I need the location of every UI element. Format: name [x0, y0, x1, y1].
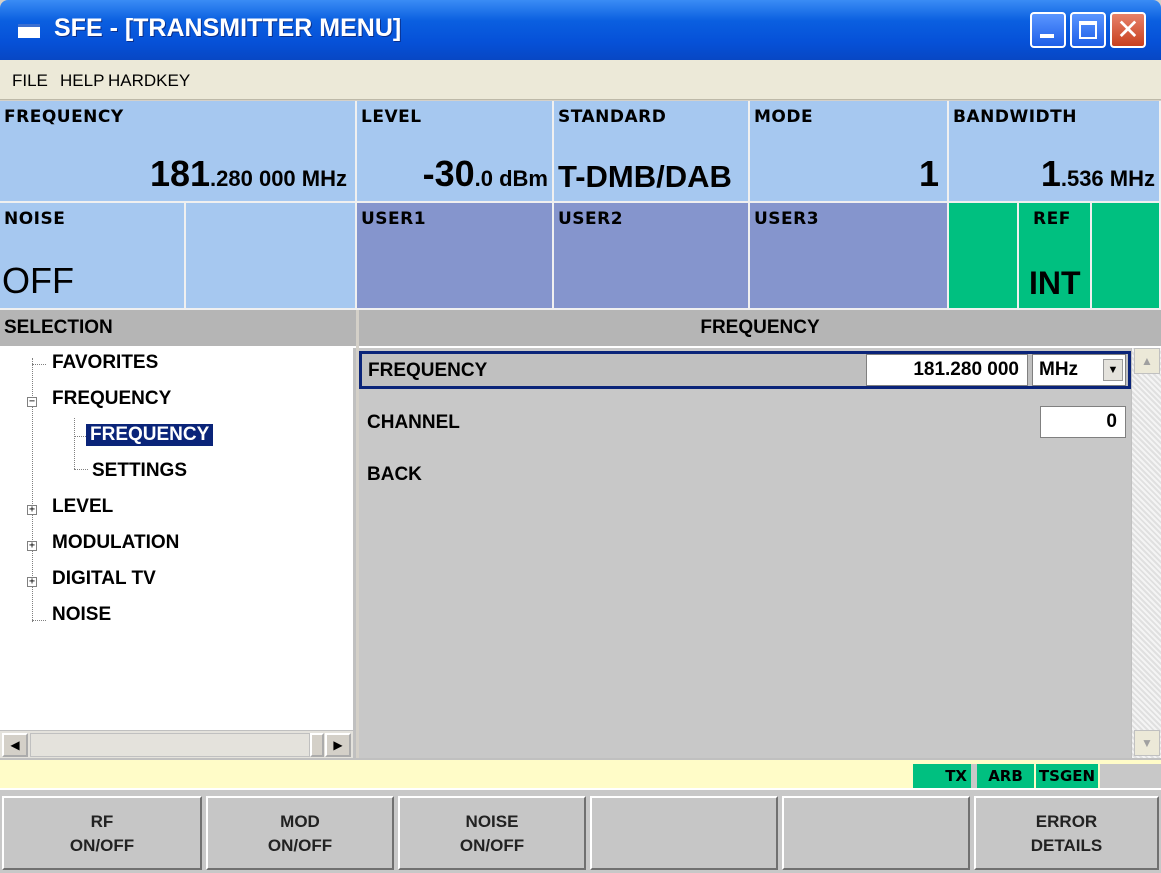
tree-line	[74, 418, 75, 469]
tree-item-frequency[interactable]: FREQUENCY	[52, 388, 171, 410]
empty-tile	[186, 203, 357, 310]
expand-icon[interactable]: +	[27, 541, 37, 551]
maximize-button[interactable]	[1070, 12, 1106, 48]
frequency-label: FREQUENCY	[368, 360, 488, 381]
tree-line	[32, 620, 46, 621]
tree-horizontal-scrollbar[interactable]: ◀ ▶	[0, 730, 353, 758]
bandwidth-tile-value: 1.536 MHz	[1040, 153, 1155, 194]
empty-indicator	[1100, 764, 1161, 788]
frequency-tile-value: 181.280 000 MHz	[149, 153, 347, 194]
frequency-tile[interactable]: FREQUENCY 181.280 000 MHz	[0, 101, 357, 203]
ref-tile[interactable]: REF INT	[1019, 203, 1092, 310]
close-icon: ✕	[1116, 14, 1140, 45]
standard-tile[interactable]: STANDARD T-DMB/DAB	[554, 101, 750, 203]
ref-tile-label: REF	[1033, 209, 1071, 229]
mode-tile-label: MODE	[754, 107, 814, 127]
tx-indicator: TX	[913, 764, 971, 788]
menu-bar: FILE HELP HARDKEY	[0, 60, 1161, 100]
maximize-icon	[1079, 21, 1097, 39]
selection-tree[interactable]: FAVORITES − FREQUENCY FREQUENCY SETTINGS…	[0, 348, 356, 758]
mode-tile-value: 1	[918, 153, 939, 194]
expand-icon[interactable]: +	[27, 505, 37, 515]
selection-header: SELECTION	[0, 310, 356, 348]
tree-item-modulation[interactable]: MODULATION	[52, 532, 179, 554]
status-indicator-right	[1092, 203, 1161, 310]
noise-onoff-button[interactable]: NOISE ON/OFF	[398, 796, 586, 870]
title-bar: SFE - [TRANSMITTER MENU] ✕	[0, 0, 1161, 60]
standard-tile-label: STANDARD	[558, 107, 667, 127]
frequency-row[interactable]: FREQUENCY 181.280 000 MHz ▼	[359, 351, 1131, 389]
close-button[interactable]: ✕	[1110, 12, 1146, 48]
scroll-up-icon[interactable]: ▲	[1134, 348, 1160, 374]
softkey-5[interactable]	[782, 796, 970, 870]
expand-icon[interactable]: +	[27, 577, 37, 587]
tree-item-noise[interactable]: NOISE	[52, 604, 111, 626]
channel-input[interactable]: 0	[1040, 406, 1126, 438]
frequency-tile-label: FREQUENCY	[4, 107, 124, 127]
frequency-header: FREQUENCY	[359, 310, 1161, 348]
user3-tile-label: USER3	[754, 209, 820, 229]
tsgen-indicator: TSGEN	[1036, 764, 1098, 788]
scroll-right-icon[interactable]: ▶	[325, 733, 351, 757]
noise-tile-label: NOISE	[4, 209, 66, 229]
collapse-icon[interactable]: −	[27, 397, 37, 407]
user2-tile-label: USER2	[558, 209, 624, 229]
panel-vertical-scrollbar[interactable]: ▲ ▼	[1131, 348, 1161, 758]
window-title: SFE - [TRANSMITTER MENU]	[54, 14, 402, 42]
tree-item-settings[interactable]: SETTINGS	[92, 460, 187, 482]
scroll-left-icon[interactable]: ◀	[2, 733, 28, 757]
softkey-4[interactable]	[590, 796, 778, 870]
user1-tile[interactable]: USER1	[357, 203, 554, 310]
channel-label: CHANNEL	[367, 412, 460, 433]
level-tile-value: -30.0 dBm	[422, 153, 548, 194]
back-item[interactable]: BACK	[367, 464, 422, 486]
status-indicator-left	[949, 203, 1019, 310]
frequency-unit-select[interactable]: MHz ▼	[1032, 354, 1126, 386]
ref-tile-value: INT	[1029, 265, 1081, 301]
bandwidth-tile[interactable]: BANDWIDTH 1.536 MHz	[949, 101, 1161, 203]
mode-tile[interactable]: MODE 1	[750, 101, 949, 203]
scroll-down-icon[interactable]: ▼	[1134, 730, 1160, 756]
noise-tile-value: OFF	[2, 260, 74, 301]
user3-tile[interactable]: USER3	[750, 203, 949, 310]
error-details-button[interactable]: ERROR DETAILS	[974, 796, 1159, 870]
tree-line	[74, 469, 88, 470]
user2-tile[interactable]: USER2	[554, 203, 750, 310]
level-tile-label: LEVEL	[361, 107, 422, 127]
minimize-button[interactable]	[1030, 12, 1066, 48]
level-tile[interactable]: LEVEL -30.0 dBm	[357, 101, 554, 203]
rf-onoff-button[interactable]: RF ON/OFF	[2, 796, 202, 870]
minimize-icon	[1040, 34, 1054, 38]
menu-help[interactable]: HELP	[60, 71, 104, 91]
bandwidth-tile-label: BANDWIDTH	[953, 107, 1077, 127]
user1-tile-label: USER1	[361, 209, 427, 229]
menu-file[interactable]: FILE	[12, 71, 48, 91]
status-line: TX ARB TSGEN	[0, 758, 1161, 788]
dropdown-arrow-icon[interactable]: ▼	[1103, 359, 1123, 381]
standard-tile-value: T-DMB/DAB	[558, 159, 732, 194]
softkey-bar: RF ON/OFF MOD ON/OFF NOISE ON/OFF ERROR DETA…	[0, 788, 1161, 873]
tree-item-level[interactable]: LEVEL	[52, 496, 113, 518]
frequency-panel: FREQUENCY 181.280 000 MHz ▼ CHANNEL 0 BA…	[359, 348, 1161, 758]
scroll-track[interactable]	[30, 733, 310, 757]
tree-item-favorites[interactable]: FAVORITES	[52, 352, 158, 374]
mod-onoff-button[interactable]: MOD ON/OFF	[206, 796, 394, 870]
tree-item-frequency-sub[interactable]: FREQUENCY	[86, 424, 214, 446]
noise-tile[interactable]: NOISE OFF	[0, 203, 186, 310]
scroll-thumb[interactable]	[310, 733, 324, 757]
app-icon	[18, 24, 40, 38]
arb-indicator: ARB	[977, 764, 1034, 788]
frequency-input[interactable]: 181.280 000	[866, 354, 1028, 386]
tree-item-digital-tv[interactable]: DIGITAL TV	[52, 568, 156, 590]
tree-line	[32, 364, 46, 365]
menu-hardkey[interactable]: HARDKEY	[108, 71, 190, 91]
